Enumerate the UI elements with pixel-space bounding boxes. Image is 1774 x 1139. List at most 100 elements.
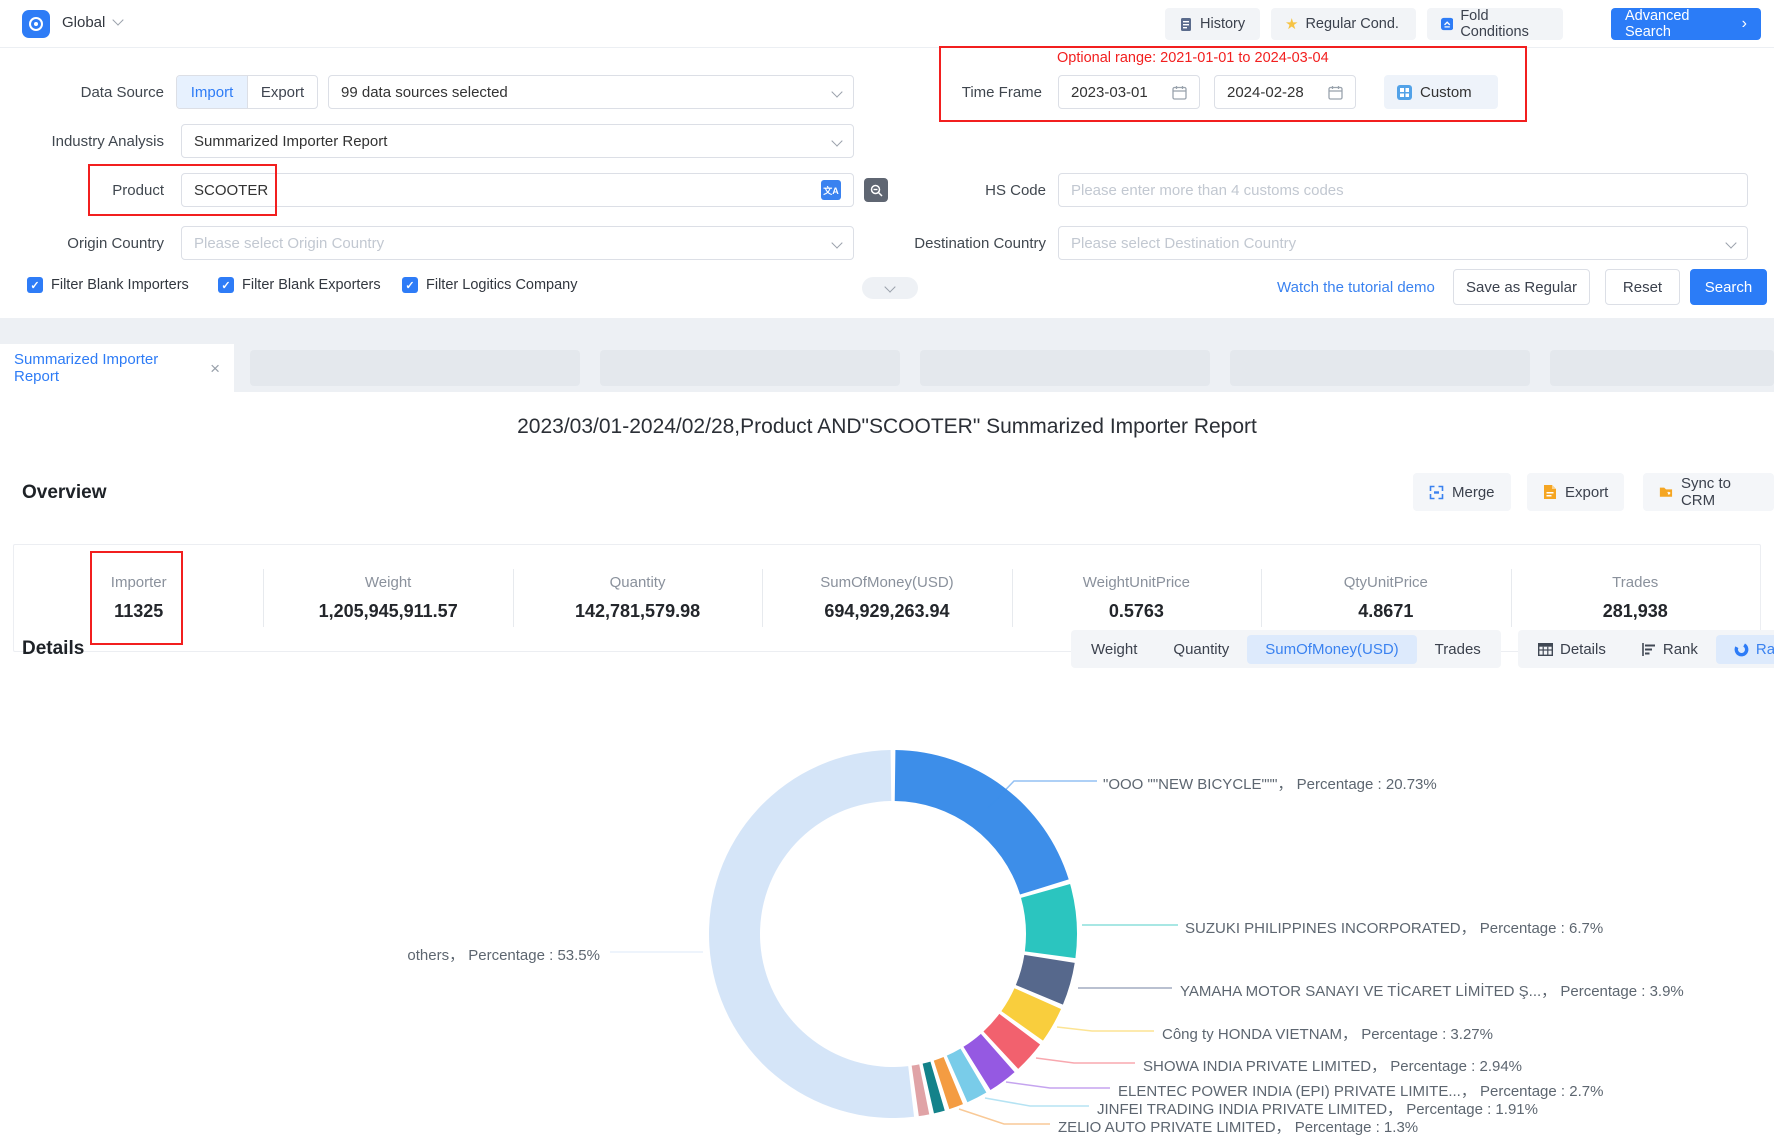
donut-slice[interactable] <box>1021 884 1077 958</box>
rank-icon <box>1642 643 1656 656</box>
stat-value: 281,938 <box>1603 601 1668 622</box>
chevron-down-icon <box>112 14 123 25</box>
date-end-input[interactable] <box>1227 84 1328 101</box>
tab-strip: Summarized Importer Report × <box>0 318 1774 392</box>
destination-country-select[interactable]: Please select Destination Country <box>1058 226 1748 260</box>
chevron-right-icon: › <box>1742 16 1747 32</box>
tutorial-demo-link[interactable]: Watch the tutorial demo <box>1277 279 1435 296</box>
destination-country-label: Destination Country <box>896 235 1046 252</box>
checkbox-checked-icon: ✓ <box>402 277 418 293</box>
tab-placeholder <box>1550 350 1774 386</box>
overview-heading: Overview <box>22 482 107 504</box>
chart-label: SHOWA INDIA PRIVATE LIMITED， Percentage … <box>1143 1055 1522 1076</box>
hs-code-field[interactable] <box>1058 173 1748 207</box>
merge-label: Merge <box>1452 484 1495 501</box>
stat-quantity: Quantity 142,781,579.98 <box>513 545 762 651</box>
details-heading: Details <box>22 638 84 660</box>
stat-value: 1,205,945,911.57 <box>319 601 458 622</box>
tab-summarized-importer-report[interactable]: Summarized Importer Report × <box>0 344 234 392</box>
stat-label: WeightUnitPrice <box>1083 574 1190 591</box>
date-start-input[interactable] <box>1071 84 1172 101</box>
history-label: History <box>1200 16 1245 32</box>
chart-label: "OOO ""NEW BICYCLE"""， Percentage : 20.7… <box>1103 773 1437 794</box>
translate-icon[interactable]: 文A <box>821 180 841 200</box>
view-rank[interactable]: Rank <box>1624 635 1716 664</box>
reset-button[interactable]: Reset <box>1605 269 1680 305</box>
fold-conditions-label: Fold Conditions <box>1460 8 1549 40</box>
export-icon <box>1543 484 1557 500</box>
hs-code-input[interactable] <box>1071 182 1735 199</box>
stat-sum-of-money: SumOfMoney(USD)694,929,263.94 <box>762 545 1011 651</box>
sync-to-crm-label: Sync to CRM <box>1681 475 1758 509</box>
import-toggle[interactable]: Import <box>177 76 247 108</box>
stat-label: QtyUnitPrice <box>1344 574 1428 591</box>
export-toggle[interactable]: Export <box>247 76 317 108</box>
report-title: 2023/03/01-2024/02/28,Product AND"SCOOTE… <box>0 415 1774 439</box>
stat-label: Weight <box>365 574 411 591</box>
tab-placeholder <box>250 350 580 386</box>
page: Global History ★ Regular Cond. Fold Cond… <box>0 0 1774 1139</box>
stat-value: 11325 <box>114 601 163 622</box>
regular-cond-button[interactable]: ★ Regular Cond. <box>1271 8 1416 40</box>
filter-logistics-company-checkbox[interactable]: ✓ Filter Logitics Company <box>402 277 578 293</box>
chevron-down-icon <box>1725 237 1736 248</box>
metric-weight[interactable]: Weight <box>1073 635 1155 664</box>
stat-label: Importer <box>111 574 167 591</box>
date-end-field[interactable] <box>1214 75 1356 109</box>
export-button[interactable]: Export <box>1527 473 1624 511</box>
data-sources-select[interactable]: 99 data sources selected <box>328 75 854 109</box>
leader-line <box>985 1098 1089 1106</box>
industry-analysis-value: Summarized Importer Report <box>194 133 833 150</box>
custom-range-button[interactable]: Custom <box>1384 75 1498 109</box>
chart-label: SUZUKI PHILIPPINES INCORPORATED， Percent… <box>1185 917 1603 938</box>
stat-value: 0.5763 <box>1109 601 1164 622</box>
view-ratio[interactable]: Ratio <box>1716 635 1774 664</box>
merge-icon <box>1429 485 1444 500</box>
destination-country-placeholder: Please select Destination Country <box>1071 235 1727 252</box>
industry-analysis-label: Industry Analysis <box>14 133 164 150</box>
region-label: Global <box>62 14 105 31</box>
checkbox-checked-icon: ✓ <box>27 277 43 293</box>
donut-slice[interactable] <box>709 750 914 1118</box>
zoom-search-icon[interactable] <box>864 178 888 202</box>
donut-slice[interactable] <box>895 750 1069 895</box>
product-label: Product <box>14 182 164 199</box>
history-button[interactable]: History <box>1165 8 1260 40</box>
history-icon <box>1179 17 1193 32</box>
product-input[interactable] <box>194 182 821 199</box>
leader-line <box>1057 1027 1154 1031</box>
leader-line <box>1006 1082 1110 1088</box>
checkbox-checked-icon: ✓ <box>218 277 234 293</box>
sync-crm-icon <box>1659 485 1673 499</box>
save-as-regular-button[interactable]: Save as Regular <box>1453 269 1590 305</box>
view-details[interactable]: Details <box>1520 635 1624 664</box>
stat-value: 142,781,579.98 <box>575 601 700 622</box>
data-source-segment: Import Export <box>176 75 318 109</box>
metric-sum-of-money[interactable]: SumOfMoney(USD) <box>1247 635 1416 664</box>
chart-label: Công ty HONDA VIETNAM， Percentage : 3.27… <box>1162 1023 1493 1044</box>
filter-blank-importers-checkbox[interactable]: ✓ Filter Blank Importers <box>27 277 189 293</box>
search-button[interactable]: Search <box>1690 269 1767 305</box>
sync-to-crm-button[interactable]: Sync to CRM <box>1643 473 1774 511</box>
ratio-donut-chart[interactable]: "OOO ""NEW BICYCLE"""， Percentage : 20.7… <box>0 668 1774 1139</box>
app-logo-icon <box>22 10 50 38</box>
chevron-down-icon <box>831 237 842 248</box>
metric-quantity[interactable]: Quantity <box>1155 635 1247 664</box>
tab-placeholder <box>600 350 900 386</box>
metric-trades[interactable]: Trades <box>1417 635 1499 664</box>
date-start-field[interactable] <box>1058 75 1200 109</box>
origin-country-select[interactable]: Please select Origin Country <box>181 226 854 260</box>
stat-label: Quantity <box>610 574 666 591</box>
industry-analysis-select[interactable]: Summarized Importer Report <box>181 124 854 158</box>
fold-conditions-button[interactable]: Fold Conditions <box>1427 8 1563 40</box>
origin-country-label: Origin Country <box>14 235 164 252</box>
merge-button[interactable]: Merge <box>1413 473 1511 511</box>
stat-importer: Importer 11325 <box>14 545 263 651</box>
collapse-conditions-button[interactable] <box>862 277 918 299</box>
filter-blank-importers-label: Filter Blank Importers <box>51 277 189 293</box>
filter-logistics-company-label: Filter Logitics Company <box>426 277 578 293</box>
advanced-search-button[interactable]: Advanced Search › <box>1611 8 1761 40</box>
close-icon[interactable]: × <box>210 360 220 377</box>
region-selector[interactable]: Global <box>62 14 122 31</box>
filter-blank-exporters-checkbox[interactable]: ✓ Filter Blank Exporters <box>218 277 381 293</box>
